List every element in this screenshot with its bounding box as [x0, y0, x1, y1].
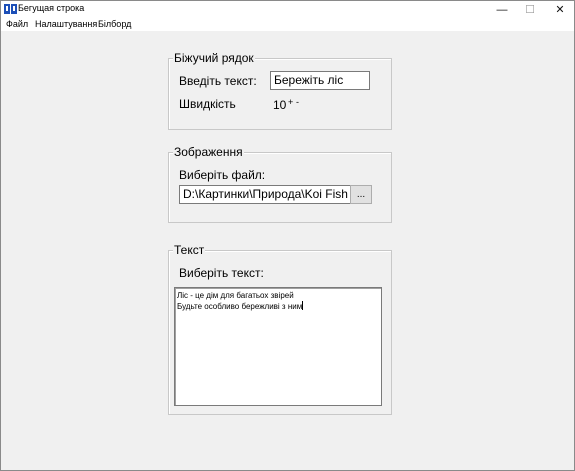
menu-billboard[interactable]: Білборд — [98, 19, 131, 29]
file-path-input[interactable]: D:\Картинки\Природа\Koi Fish S — [179, 185, 351, 204]
image-group: Зображення Виберіть файл: D:\Картинки\Пр… — [168, 145, 392, 223]
text-group-title: Текст — [173, 243, 206, 257]
menu-file[interactable]: Файл — [6, 19, 28, 29]
close-button[interactable]: ✕ — [546, 1, 574, 18]
speed-up-button[interactable]: + — [288, 95, 293, 109]
speed-down-button[interactable]: - — [296, 95, 299, 109]
client-area: Біжучий рядок Введіть текст: Бережіть лі… — [1, 31, 574, 470]
window-title: Бегущая строка — [18, 3, 85, 13]
text-line-with-caret: Будьте особливо бережливі з ним — [177, 301, 379, 312]
speed-value: 10 — [273, 98, 287, 112]
running-line-group-title: Біжучий рядок — [173, 51, 255, 65]
running-text-input[interactable]: Бережіть ліс — [270, 71, 370, 90]
text-caret — [302, 301, 304, 310]
running-line-group: Біжучий рядок Введіть текст: Бережіть лі… — [168, 51, 392, 130]
title-bar[interactable]: Бегущая строка — ☐ ✕ — [1, 1, 574, 18]
speed-label: Швидкість — [179, 97, 236, 111]
maximize-button[interactable]: ☐ — [516, 1, 544, 18]
app-icon — [4, 4, 17, 14]
text-line: Ліс - це дім для багатьох звірей — [177, 291, 294, 300]
file-label: Виберіть файл: — [179, 168, 266, 182]
minimize-button[interactable]: — — [488, 1, 516, 18]
text-group: Текст Виберіть текст: Ліс - це дім для б… — [168, 243, 392, 415]
browse-button[interactable]: ... — [350, 185, 372, 204]
menu-bar: Файл Налаштування Білборд — [1, 18, 574, 31]
select-text-label: Виберіть текст: — [179, 266, 264, 280]
text-line: Будьте особливо бережливі з ним — [177, 302, 303, 311]
app-window: Бегущая строка — ☐ ✕ Файл Налаштування Б… — [0, 0, 575, 471]
text-area[interactable]: Ліс - це дім для багатьох звірей Будьте … — [174, 287, 382, 406]
menu-settings[interactable]: Налаштування — [35, 19, 97, 29]
text-input-label: Введіть текст: — [179, 74, 257, 88]
image-group-title: Зображення — [173, 145, 244, 159]
